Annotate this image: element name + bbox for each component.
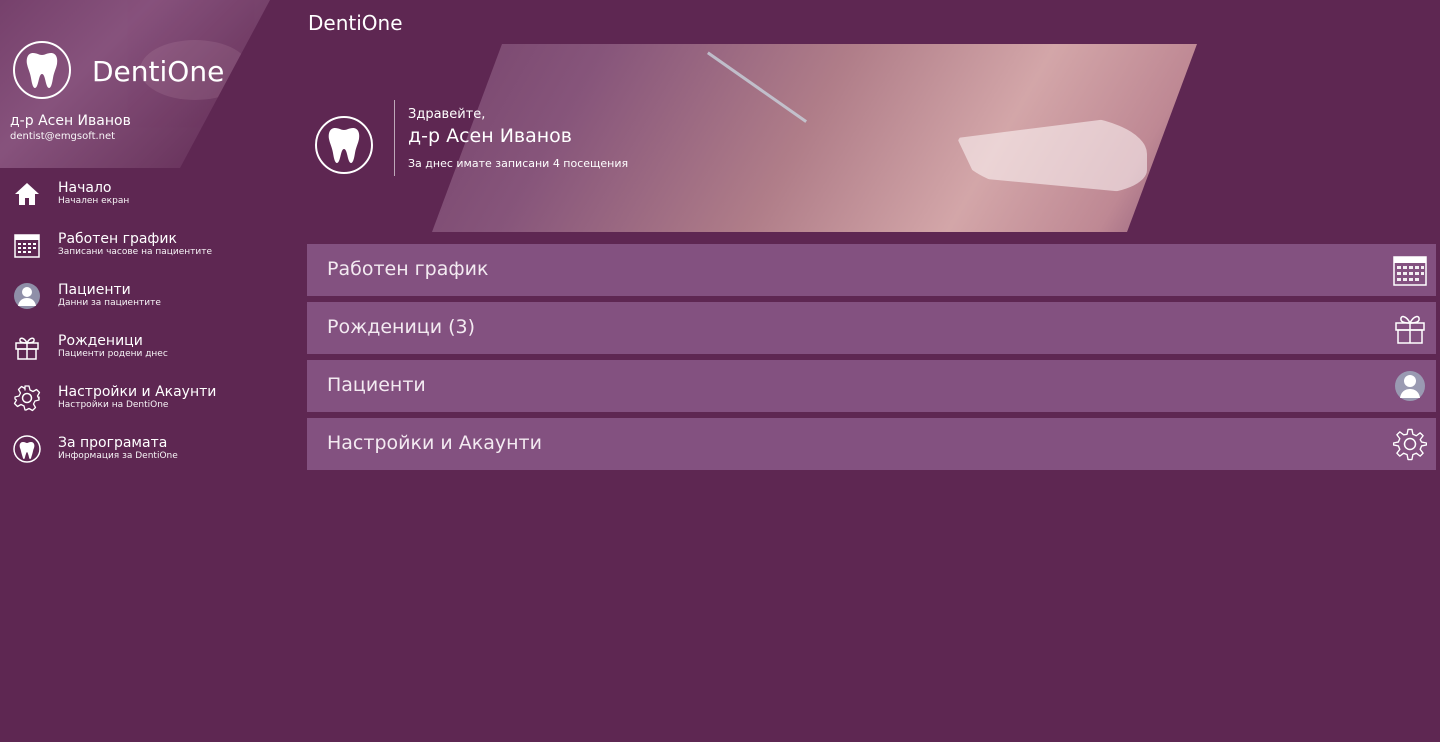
sidebar-item-sub: Информация за DentiOne <box>58 451 178 461</box>
sidebar-brand: DentiOne <box>92 55 225 88</box>
tile-label: Настройки и Акаунти <box>327 432 542 454</box>
welcome-banner: Здравейте, д-р Асен Иванов За днес имате… <box>307 44 1197 232</box>
sidebar-item-sub: Данни за пациентите <box>58 298 161 308</box>
sidebar-user-email: dentist@emgsoft.net <box>10 131 116 142</box>
tile-label: Работен график <box>327 258 489 280</box>
patient-icon <box>12 281 42 311</box>
sidebar-item-sub: Начален екран <box>58 196 130 206</box>
sidebar-item-label: За програмата <box>58 435 168 451</box>
gift-icon <box>12 332 42 362</box>
patient-icon <box>1392 368 1428 404</box>
tile-birthdays[interactable]: Рожденици (3) <box>307 302 1436 354</box>
tooth-logo-icon <box>315 116 373 174</box>
app-title: DentiOne <box>308 11 403 35</box>
tooth-logo-icon <box>13 41 71 99</box>
gear-icon <box>1392 426 1428 462</box>
sidebar-item-schedule[interactable]: Работен график Записани часове на пациен… <box>0 224 300 275</box>
banner-greeting: Здравейте, <box>408 107 486 122</box>
tile-label: Пациенти <box>327 374 426 396</box>
sidebar-user-name: д-р Асен Иванов <box>10 113 131 129</box>
sidebar-item-patients[interactable]: Пациенти Данни за пациентите <box>0 275 300 326</box>
banner-visits-text: За днес имате записани 4 посещения <box>408 157 629 170</box>
calendar-icon <box>1392 252 1428 288</box>
gift-icon <box>1392 310 1428 346</box>
tooth-icon <box>12 434 42 464</box>
sidebar-item-sub: Настройки на DentiOne <box>58 400 169 410</box>
sidebar-item-label: Рожденици <box>58 333 143 349</box>
tile-patients[interactable]: Пациенти <box>307 360 1436 412</box>
sidebar-item-label: Работен график <box>58 231 177 247</box>
sidebar-item-sub: Записани часове на пациентите <box>58 247 212 257</box>
tile-schedule[interactable]: Работен график <box>307 244 1436 296</box>
sidebar-item-label: Настройки и Акаунти <box>58 384 217 400</box>
tile-list: Работен график Рожденици (3) Пациенти На… <box>307 244 1436 476</box>
banner-divider <box>394 100 395 176</box>
calendar-icon <box>12 230 42 260</box>
home-icon <box>12 179 42 209</box>
sidebar-nav: Начало Начален екран Работен график Запи… <box>0 173 300 479</box>
tile-settings[interactable]: Настройки и Акаунти <box>307 418 1436 470</box>
banner-user-name: д-р Асен Иванов <box>408 125 572 147</box>
sidebar-item-label: Начало <box>58 180 112 196</box>
sidebar: DentiOne д-р Асен Иванов dentist@emgsoft… <box>0 0 300 742</box>
sidebar-item-label: Пациенти <box>58 282 131 298</box>
sidebar-item-settings[interactable]: Настройки и Акаунти Настройки на DentiOn… <box>0 377 300 428</box>
sidebar-item-home[interactable]: Начало Начален екран <box>0 173 300 224</box>
gear-icon <box>12 383 42 413</box>
sidebar-item-sub: Пациенти родени днес <box>58 349 168 359</box>
sidebar-item-birthdays[interactable]: Рожденици Пациенти родени днес <box>0 326 300 377</box>
tile-label: Рожденици (3) <box>327 316 476 338</box>
sidebar-item-about[interactable]: За програмата Информация за DentiOne <box>0 428 300 479</box>
